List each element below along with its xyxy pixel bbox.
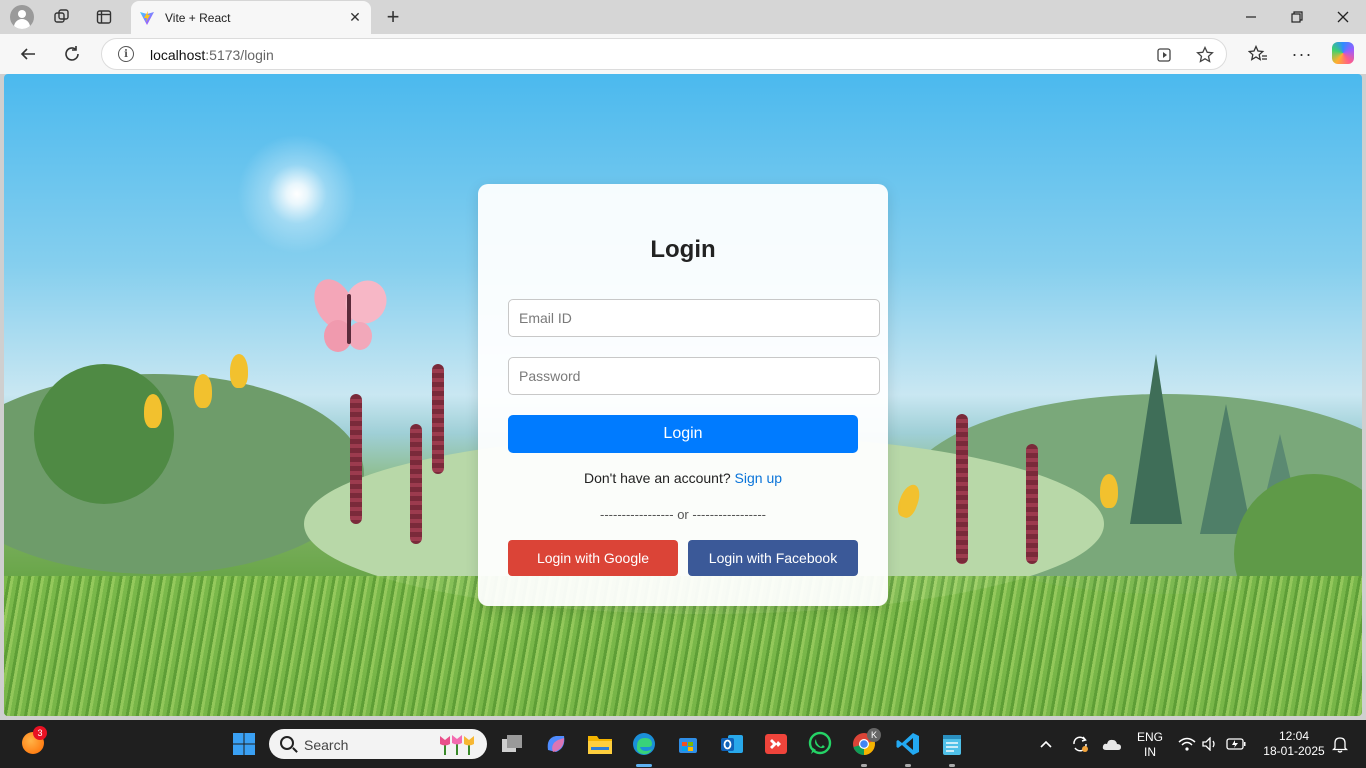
wifi-icon[interactable] <box>1174 728 1200 760</box>
email-input[interactable] <box>508 299 880 337</box>
login-title: Login <box>650 236 716 263</box>
outlook-icon[interactable] <box>716 728 748 760</box>
flower-stalk <box>956 414 968 564</box>
active-app-indicator <box>636 764 652 767</box>
flower-stalk <box>350 394 362 524</box>
flower-stalk <box>1026 444 1038 564</box>
task-view-icon[interactable] <box>496 728 528 760</box>
battery-icon[interactable] <box>1222 728 1250 760</box>
yellow-flower <box>230 354 248 388</box>
language-indicator[interactable]: ENG IN <box>1134 730 1166 760</box>
tab-title: Vite + React <box>165 10 231 25</box>
onedrive-icon[interactable] <box>1098 728 1126 760</box>
file-explorer-icon[interactable] <box>584 728 616 760</box>
running-indicator <box>905 764 911 767</box>
login-card: Login Login Don't have an account? Sign … <box>478 184 888 606</box>
back-icon[interactable] <box>14 40 42 68</box>
more-icon[interactable]: ··· <box>1288 40 1316 68</box>
whatsapp-icon[interactable] <box>804 728 836 760</box>
profile-icon[interactable] <box>10 5 34 29</box>
edge-icon[interactable] <box>628 728 660 760</box>
tray-chevron-icon[interactable] <box>1032 728 1060 760</box>
facebook-login-button[interactable]: Login with Facebook <box>688 540 858 576</box>
favorites-icon[interactable] <box>1244 40 1272 68</box>
yellow-flower <box>144 394 162 428</box>
vscode-icon[interactable] <box>892 728 924 760</box>
taskbar: 3 Search K ENG IN 12:04 18-01-2025 <box>0 720 1366 768</box>
site-info-icon[interactable]: i <box>118 46 134 62</box>
taskbar-search[interactable]: Search <box>269 729 487 759</box>
favorite-star-icon[interactable] <box>1194 44 1216 66</box>
yellow-flower <box>1100 474 1118 508</box>
store-icon[interactable] <box>672 728 704 760</box>
page-background: Login Login Don't have an account? Sign … <box>4 74 1362 716</box>
read-aloud-icon[interactable] <box>1154 44 1176 66</box>
address-bar-row: i localhost:5173/login ··· <box>0 34 1366 74</box>
running-indicator <box>861 764 867 767</box>
tulips-icon <box>440 735 474 755</box>
chrome-profile-badge: K <box>867 728 881 742</box>
yellow-flower <box>194 374 212 408</box>
minimize-icon[interactable] <box>1228 0 1274 34</box>
anydesk-icon[interactable] <box>760 728 792 760</box>
search-placeholder: Search <box>304 737 349 753</box>
copilot-icon[interactable] <box>1332 42 1354 64</box>
clock-date: 18-01-2025 <box>1263 744 1325 758</box>
tab-strip: Vite + React ✕ + <box>0 0 1366 34</box>
signup-prompt: Don't have an account? Sign up <box>478 470 888 486</box>
tab-actions-icon[interactable] <box>90 5 118 29</box>
window-close-icon[interactable] <box>1320 0 1366 34</box>
new-tab-icon[interactable]: + <box>381 5 405 29</box>
url-text[interactable]: localhost:5173/login <box>150 47 274 63</box>
running-indicator <box>949 764 955 767</box>
url-bar[interactable]: i localhost:5173/login <box>101 38 1227 70</box>
sync-icon[interactable] <box>1066 728 1094 760</box>
notepad-icon[interactable] <box>936 728 968 760</box>
search-icon <box>280 736 294 750</box>
flower-stalk <box>410 424 422 544</box>
reload-icon[interactable] <box>58 40 86 68</box>
or-divider: ----------------- or ----------------- <box>600 507 766 522</box>
start-icon[interactable] <box>228 728 260 760</box>
browser-tab[interactable]: Vite + React ✕ <box>131 1 371 34</box>
clock-time: 12:04 <box>1278 729 1310 743</box>
flower-stalk <box>432 364 444 474</box>
workspaces-icon[interactable] <box>48 5 76 29</box>
clock[interactable]: 12:04 18-01-2025 <box>1256 729 1332 759</box>
password-input[interactable] <box>508 357 880 395</box>
vite-favicon <box>140 10 154 25</box>
weather-badge: 3 <box>33 726 47 740</box>
login-button[interactable]: Login <box>508 415 858 453</box>
sun-illustration <box>237 134 357 254</box>
close-icon[interactable]: ✕ <box>345 8 365 28</box>
google-login-button[interactable]: Login with Google <box>508 540 678 576</box>
bush <box>34 364 174 504</box>
tree <box>1130 354 1182 524</box>
butterfly-illustration <box>314 279 387 352</box>
restore-icon[interactable] <box>1274 0 1320 34</box>
signup-prompt-text: Don't have an account? <box>583 470 731 486</box>
signup-link[interactable]: Sign up <box>735 470 782 486</box>
copilot-app-icon[interactable] <box>540 728 572 760</box>
notifications-icon[interactable] <box>1328 728 1352 760</box>
volume-icon[interactable] <box>1198 728 1222 760</box>
